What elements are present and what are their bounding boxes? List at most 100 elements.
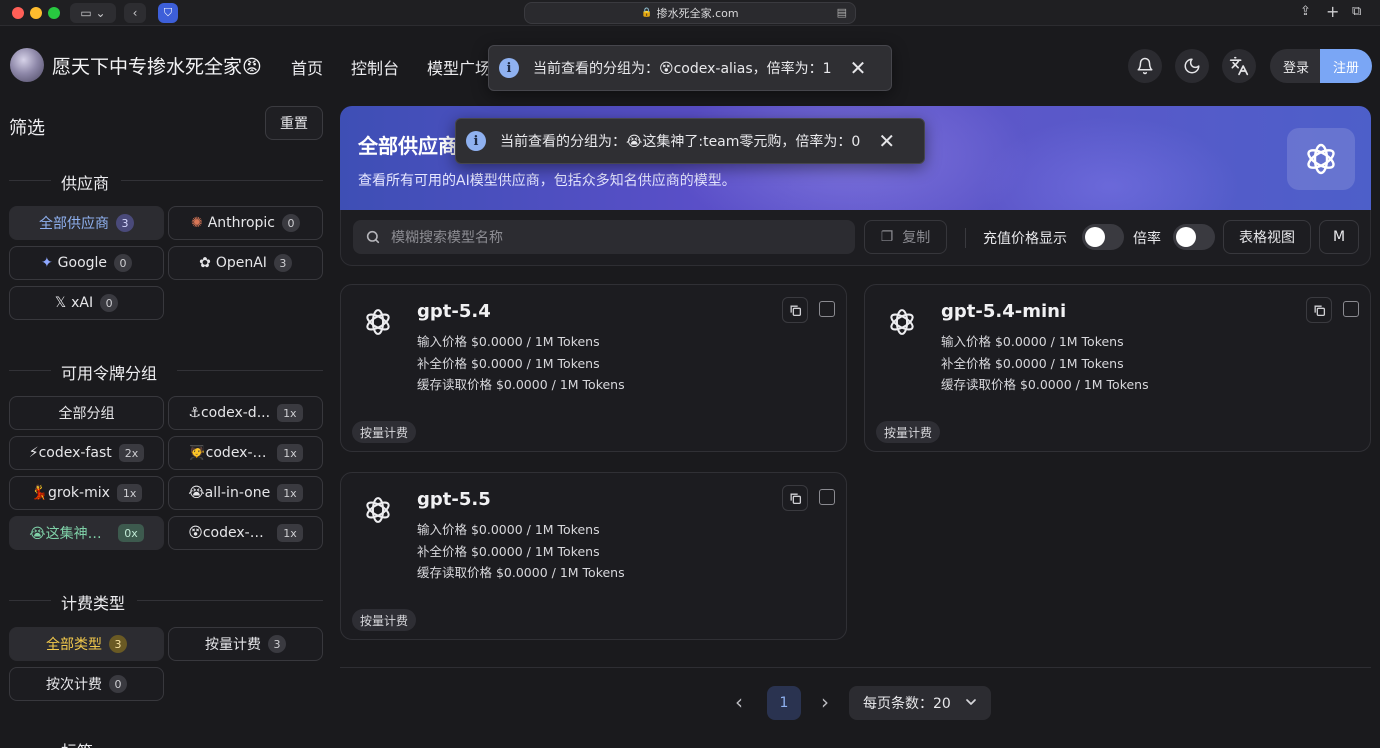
address-text: 掺水死全家.com <box>656 7 739 20</box>
toast-group-info: i 当前查看的分组为：😭这集神了:team零元购，倍率为：0 ✕ <box>455 118 925 164</box>
chevron-right-icon: › <box>821 690 829 714</box>
column-toggle-button[interactable]: M <box>1319 220 1359 254</box>
group-chip[interactable]: ⚓codex-d... 1x <box>168 396 323 430</box>
reader-icon[interactable]: ▤ <box>837 6 847 19</box>
address-bar[interactable]: 🔒 掺水死全家.com ▤ <box>524 2 856 24</box>
model-card[interactable]: gpt-5.5 输入价格 $0.0000 / 1M Tokens 补全价格 $0… <box>340 472 847 640</box>
section-title: 供应商 <box>61 174 110 193</box>
page-number-current[interactable]: 1 <box>767 686 801 720</box>
cache-read-price: 缓存读取价格 $0.0000 / 1M Tokens <box>417 377 625 392</box>
group-chip[interactable]: 🧑‍🎓codex-n... 1x <box>168 436 323 470</box>
extension-button[interactable]: ⛉ <box>158 3 178 23</box>
reset-button[interactable]: 重置 <box>265 106 323 140</box>
provider-chip-xai[interactable]: 𝕏 xAI 0 <box>9 286 164 320</box>
maximize-window-button[interactable] <box>48 7 60 19</box>
billing-chip-usage[interactable]: 按量计费 3 <box>168 627 323 661</box>
chevron-left-icon: ‹ <box>132 6 138 20</box>
model-name: gpt-5.5 <box>417 489 491 510</box>
main-content: 全部供应商 查看所有可用的AI模型供应商，包括众多知名供应商的模型。 模糊搜索模… <box>340 106 1371 748</box>
openai-icon <box>361 493 395 527</box>
count-badge: 3 <box>268 635 286 653</box>
moon-icon <box>1184 58 1200 74</box>
group-chip[interactable]: 💃grok-mix 1x <box>9 476 164 510</box>
translate-icon <box>1229 56 1249 76</box>
provider-chip-all[interactable]: 全部供应商 3 <box>9 206 164 240</box>
group-chip-all[interactable]: 全部分组 <box>9 396 164 430</box>
group-chip-selected[interactable]: 😭这集神了:... 0x <box>9 516 164 550</box>
search-input[interactable]: 模糊搜索模型名称 <box>353 220 855 254</box>
openai-icon <box>885 305 919 339</box>
share-icon[interactable]: ⇪ <box>1300 4 1311 19</box>
multiplier-badge: 0x <box>118 524 144 542</box>
section-title: 可用令牌分组 <box>61 364 158 383</box>
search-icon <box>366 230 380 244</box>
minimize-window-button[interactable] <box>30 7 42 19</box>
group-chip[interactable]: ⚡codex-fast 2x <box>9 436 164 470</box>
group-chip[interactable]: 😭all-in-one 1x <box>168 476 323 510</box>
nav-link-model-square[interactable]: 模型广场 <box>427 55 491 79</box>
sidebar-toggle-button[interactable]: ▭ ⌄ <box>70 3 116 23</box>
close-window-button[interactable] <box>12 7 24 19</box>
login-button[interactable]: 登录 <box>1270 49 1322 83</box>
register-button[interactable]: 注册 <box>1320 49 1372 83</box>
hero-description: 查看所有可用的AI模型供应商，包括众多知名供应商的模型。 <box>358 173 736 189</box>
page-size-select[interactable]: 每页条数：20 <box>849 686 991 720</box>
openai-icon: ✿ <box>199 255 211 271</box>
copy-icon[interactable] <box>782 485 808 511</box>
copy-icon: ❐ <box>880 229 894 245</box>
hero-title: 全部供应商 <box>358 134 458 158</box>
new-tab-icon[interactable]: + <box>1326 2 1339 21</box>
openai-icon <box>1287 128 1355 190</box>
completion-price: 补全价格 $0.0000 / 1M Tokens <box>417 356 600 371</box>
site-title[interactable]: 愿天下中专掺水死全家😡 <box>52 52 262 79</box>
model-card[interactable]: gpt-5.4-mini 输入价格 $0.0000 / 1M Tokens 补全… <box>864 284 1371 452</box>
language-button[interactable] <box>1222 49 1256 83</box>
chevron-left-icon: ‹ <box>735 690 743 714</box>
theme-toggle-button[interactable] <box>1175 49 1209 83</box>
select-checkbox[interactable] <box>1343 301 1359 317</box>
recharge-price-label: 充值价格显示 <box>983 231 1067 247</box>
tabs-overview-icon[interactable]: ⧉ <box>1352 4 1361 19</box>
back-button[interactable]: ‹ <box>124 3 146 23</box>
prev-page-button[interactable]: ‹ <box>735 690 743 714</box>
xai-icon: 𝕏 <box>54 295 67 311</box>
billing-chip-all[interactable]: 全部类型 3 <box>9 627 164 661</box>
search-placeholder: 模糊搜索模型名称 <box>391 230 503 246</box>
input-price: 输入价格 $0.0000 / 1M Tokens <box>417 522 600 537</box>
billing-tag: 按量计费 <box>352 609 417 631</box>
provider-chip-anthropic[interactable]: ✺ Anthropic 0 <box>168 206 323 240</box>
billing-chip-per-call[interactable]: 按次计费 0 <box>9 667 164 701</box>
info-icon: i <box>499 58 519 78</box>
next-page-button[interactable]: › <box>821 690 829 714</box>
cache-read-price: 缓存读取价格 $0.0000 / 1M Tokens <box>941 377 1149 392</box>
ratio-toggle[interactable] <box>1173 224 1215 250</box>
select-checkbox[interactable] <box>819 489 835 505</box>
copy-icon[interactable] <box>1306 297 1332 323</box>
copy-icon[interactable] <box>782 297 808 323</box>
multiplier-badge: 1x <box>277 404 303 422</box>
billing-tag: 按量计费 <box>876 421 941 443</box>
model-card[interactable]: gpt-5.4 输入价格 $0.0000 / 1M Tokens 补全价格 $0… <box>340 284 847 452</box>
table-view-button[interactable]: 表格视图 <box>1223 220 1311 254</box>
select-checkbox[interactable] <box>819 301 835 317</box>
browser-chrome: ▭ ⌄ ‹ ⛉ 🔒 掺水死全家.com ▤ ⇪ + ⧉ <box>0 0 1380 26</box>
recharge-price-toggle[interactable] <box>1082 224 1124 250</box>
chevron-down-icon <box>966 699 976 705</box>
count-badge: 0 <box>114 254 133 272</box>
copy-button[interactable]: ❐ 复制 <box>864 220 947 254</box>
close-icon[interactable]: ✕ <box>850 56 867 80</box>
notification-button[interactable] <box>1128 49 1162 83</box>
input-price: 输入价格 $0.0000 / 1M Tokens <box>941 334 1124 349</box>
count-badge: 3 <box>273 254 292 272</box>
site-logo[interactable] <box>10 48 44 82</box>
nav-link-home[interactable]: 首页 <box>291 55 323 79</box>
model-name: gpt-5.4-mini <box>941 301 1067 322</box>
provider-chip-openai[interactable]: ✿ OpenAI 3 <box>168 246 323 280</box>
nav-link-console[interactable]: 控制台 <box>351 55 399 79</box>
anthropic-icon: ✺ <box>190 215 203 231</box>
completion-price: 补全价格 $0.0000 / 1M Tokens <box>417 544 600 559</box>
group-chip[interactable]: 😵codex-ali... 1x <box>168 516 323 550</box>
close-icon[interactable]: ✕ <box>878 129 895 153</box>
sidebar-icon: ▭ ⌄ <box>80 6 106 20</box>
provider-chip-google[interactable]: ✦ Google 0 <box>9 246 164 280</box>
